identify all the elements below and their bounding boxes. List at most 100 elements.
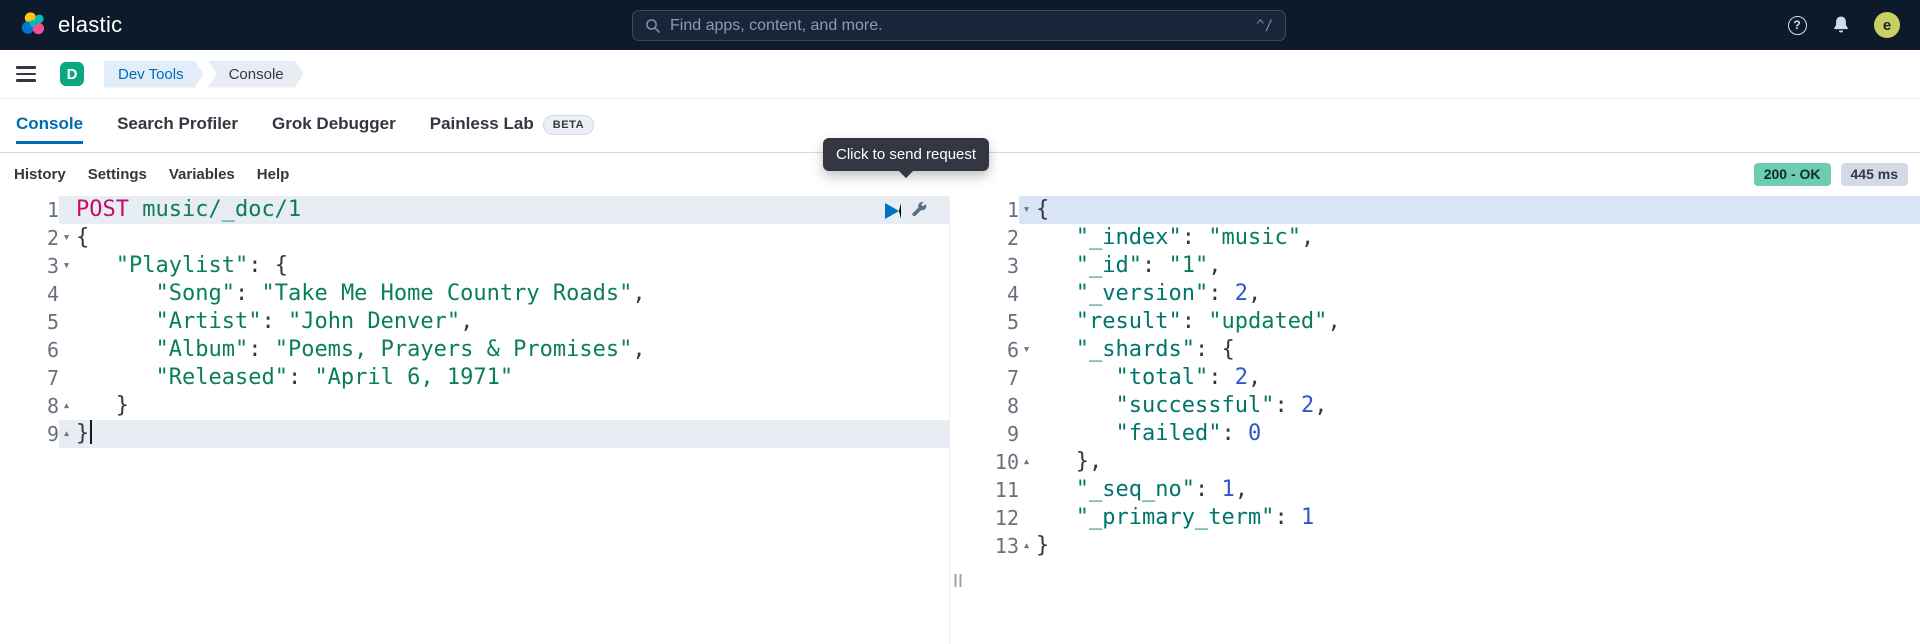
code-line[interactable]: 6▾ "_shards": {: [965, 336, 1920, 364]
menu-item-history[interactable]: History: [14, 166, 66, 183]
tab-search-profiler[interactable]: Search Profiler: [117, 99, 238, 152]
line-number: 7: [0, 364, 59, 392]
response-time-badge: 445 ms: [1841, 163, 1908, 186]
tab-grok-debugger[interactable]: Grok Debugger: [272, 99, 396, 152]
line-number: 1: [965, 196, 1019, 224]
line-number: 9: [0, 420, 59, 448]
code-text: {: [1034, 196, 1049, 224]
code-line[interactable]: 1▾{: [965, 196, 1920, 224]
tab-console[interactable]: Console: [16, 99, 83, 152]
search-icon: [645, 18, 661, 34]
fold-gutter: [59, 196, 74, 224]
send-request-tooltip: Click to send request: [823, 138, 989, 171]
fold-gutter: [1019, 308, 1034, 336]
code-line[interactable]: 8 "successful": 2,: [965, 392, 1920, 420]
response-editor[interactable]: 1▾{2 "_index": "music",3 "_id": "1",4 "_…: [965, 196, 1920, 644]
fold-gutter: [1019, 392, 1034, 420]
resize-grip-icon: [954, 574, 961, 587]
code-text: "_version": 2,: [1034, 280, 1261, 308]
code-text: "Playlist": {: [74, 252, 288, 280]
line-number: 2: [0, 224, 59, 252]
code-text: "Song": "Take Me Home Country Roads",: [74, 280, 646, 308]
space-avatar[interactable]: D: [60, 62, 84, 86]
code-line[interactable]: 8▴ }: [0, 392, 949, 420]
menu-item-variables[interactable]: Variables: [169, 166, 235, 183]
code-line[interactable]: 2 "_index": "music",: [965, 224, 1920, 252]
code-line[interactable]: 5 "Artist": "John Denver",: [0, 308, 949, 336]
notifications-icon[interactable]: [1830, 14, 1852, 36]
code-line[interactable]: 9 "failed": 0: [965, 420, 1920, 448]
fold-gutter: [59, 336, 74, 364]
brand-name: elastic: [58, 12, 122, 38]
line-number: 6: [965, 336, 1019, 364]
menu-item-help[interactable]: Help: [257, 166, 290, 183]
code-text: "_primary_term": 1: [1034, 504, 1314, 532]
code-text: "total": 2,: [1034, 364, 1261, 392]
line-number: 11: [965, 476, 1019, 504]
code-line[interactable]: 3▾ "Playlist": {: [0, 252, 949, 280]
fold-gutter: [1019, 364, 1034, 392]
fold-toggle-icon[interactable]: ▾: [59, 252, 74, 280]
code-line[interactable]: 6 "Album": "Poems, Prayers & Promises",: [0, 336, 949, 364]
code-line[interactable]: 7 "total": 2,: [965, 364, 1920, 392]
fold-gutter: [59, 280, 74, 308]
code-text: }: [1034, 532, 1049, 560]
code-text: "_seq_no": 1,: [1034, 476, 1248, 504]
code-line[interactable]: 13▴}: [965, 532, 1920, 560]
code-line[interactable]: 3 "_id": "1",: [965, 252, 1920, 280]
code-line[interactable]: 4 "_version": 2,: [965, 280, 1920, 308]
editor-resize-handle[interactable]: [950, 196, 965, 644]
code-text: },: [1034, 448, 1102, 476]
elastic-home-link[interactable]: elastic: [20, 11, 122, 39]
line-number: 5: [965, 308, 1019, 336]
wrench-icon[interactable]: [910, 201, 929, 220]
menu-toggle[interactable]: [16, 66, 36, 81]
code-line[interactable]: 2▾{: [0, 224, 949, 252]
fold-gutter: [1019, 252, 1034, 280]
menu-item-settings[interactable]: Settings: [88, 166, 147, 183]
line-number: 4: [0, 280, 59, 308]
help-icon[interactable]: ?: [1786, 14, 1808, 36]
code-line[interactable]: 9▴}: [0, 420, 949, 448]
code-text: "Released": "April 6, 1971": [74, 364, 513, 392]
line-number: 13: [965, 532, 1019, 560]
fold-gutter: [1019, 280, 1034, 308]
fold-toggle-icon[interactable]: ▴: [59, 420, 74, 448]
request-lines: 1POST music/_doc/12▾{3▾ "Playlist": {4 "…: [0, 196, 949, 448]
status-code-badge: 200 - OK: [1754, 163, 1831, 186]
code-text: }: [74, 392, 129, 420]
code-text: "_index": "music",: [1034, 224, 1314, 252]
request-editor[interactable]: 1POST music/_doc/12▾{3▾ "Playlist": {4 "…: [0, 196, 950, 644]
send-request-button[interactable]: [885, 203, 901, 219]
code-line[interactable]: 5 "result": "updated",: [965, 308, 1920, 336]
fold-toggle-icon[interactable]: ▾: [1019, 196, 1034, 224]
breadcrumb-dev-tools[interactable]: Dev Tools: [104, 61, 204, 88]
fold-toggle-icon[interactable]: ▾: [1019, 336, 1034, 364]
fold-toggle-icon[interactable]: ▾: [59, 224, 74, 252]
search-input[interactable]: [670, 17, 1247, 35]
fold-toggle-icon[interactable]: ▴: [59, 392, 74, 420]
code-line[interactable]: 10▴ },: [965, 448, 1920, 476]
line-number: 10: [965, 448, 1019, 476]
code-text: {: [74, 224, 89, 252]
fold-gutter: [1019, 420, 1034, 448]
code-line[interactable]: 1POST music/_doc/1: [0, 196, 949, 224]
user-avatar[interactable]: e: [1874, 12, 1900, 38]
fold-toggle-icon[interactable]: ▴: [1019, 532, 1034, 560]
search-shortcut-hint: ^/: [1256, 18, 1273, 34]
code-text: "Artist": "John Denver",: [74, 308, 473, 336]
code-line[interactable]: 4 "Song": "Take Me Home Country Roads",: [0, 280, 949, 308]
code-text: POST music/_doc/1: [74, 196, 301, 224]
code-text: }: [74, 420, 92, 448]
code-line[interactable]: 11 "_seq_no": 1,: [965, 476, 1920, 504]
code-text: "result": "updated",: [1034, 308, 1341, 336]
request-actions: [885, 201, 929, 220]
tab-painless-lab[interactable]: Painless Lab BETA: [430, 99, 594, 152]
response-lines: 1▾{2 "_index": "music",3 "_id": "1",4 "_…: [965, 196, 1920, 560]
beta-badge: BETA: [543, 115, 595, 135]
global-search[interactable]: ^/: [632, 10, 1286, 41]
code-line[interactable]: 12 "_primary_term": 1: [965, 504, 1920, 532]
fold-toggle-icon[interactable]: ▴: [1019, 448, 1034, 476]
breadcrumb-bar: D Dev Tools Console: [0, 50, 1920, 99]
code-line[interactable]: 7 "Released": "April 6, 1971": [0, 364, 949, 392]
